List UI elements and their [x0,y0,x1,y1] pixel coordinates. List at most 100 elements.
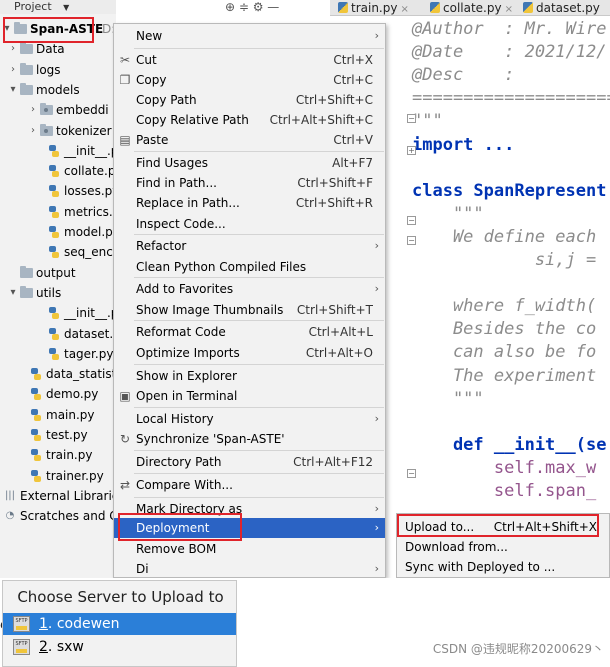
close-icon[interactable]: × [505,4,513,15]
terminal-icon: ▣ [119,389,131,403]
tree-item-data[interactable]: › Data [0,39,116,59]
menu-item-synchronize-span-aste[interactable]: ↻ Synchronize 'Span-ASTE' [114,429,385,449]
code-editor[interactable]: @Author : Mr. Wire @Date : 2021/12/@Desc … [407,16,610,578]
menu-item-copy[interactable]: ❐ Copy Ctrl+C [114,70,385,90]
tree-item-label: tager.py [64,346,114,361]
menu-item-copy-relative-path[interactable]: Copy Relative Path Ctrl+Alt+Shift+C [114,110,385,130]
menu-separator [134,320,384,321]
menu-item-mark-directory-as[interactable]: Mark Directory as › [114,499,385,519]
tree-item-dataset-p[interactable]: dataset.p [0,324,116,344]
tree-item--init-py[interactable]: __init__.py [0,141,116,161]
menu-item-refactor[interactable]: Refactor › [114,236,385,256]
tree-item-losses-py[interactable]: losses.py [0,181,116,201]
tree-item--init-py[interactable]: __init__.py [0,303,116,323]
chevron-down-icon[interactable]: ▾ [8,283,18,303]
chevron-right-icon[interactable]: › [28,100,38,120]
tree-item-data-statistic[interactable]: data_statistic [0,364,116,384]
tree-item-collate-py[interactable]: collate.py [0,161,116,181]
close-icon[interactable]: × [400,4,408,15]
chevron-right-icon[interactable]: › [8,39,18,59]
sftp-server-icon: SFTP [13,616,30,632]
tree-item-trainer-py[interactable]: trainer.py [0,466,116,486]
tree-item-model-py[interactable]: model.py [0,222,116,242]
menu-item-label: Cut [136,53,157,67]
menu-item-paste[interactable]: ▤ Paste Ctrl+V [114,130,385,150]
tree-item-span-aste[interactable]: ▾Span-ASTED:\ [0,19,116,39]
menu-item-add-to-favorites[interactable]: Add to Favorites › [114,279,385,299]
fold-marker-icon[interactable]: − [407,236,416,245]
menu-item-copy-path[interactable]: Copy Path Ctrl+Shift+C [114,90,385,110]
tree-item-demo-py[interactable]: demo.py [0,384,116,404]
tree-item-output[interactable]: output [0,263,116,283]
menu-item-local-history[interactable]: Local History › [114,409,385,429]
menu-item-new[interactable]: New › [114,26,385,46]
menu-separator [134,407,384,408]
menu-item-label: Copy Path [136,93,197,107]
tab-train-py[interactable]: train.py × [338,0,409,16]
tree-item-label: __init__.py [64,143,116,158]
tree-item-test-py[interactable]: test.py [0,425,116,445]
menu-item-label: Copy [136,73,167,87]
chevron-down-icon[interactable]: ▾ [8,80,18,100]
tree-item-label: embeddi [56,103,109,118]
menu-item-find-in-path[interactable]: Find in Path... Ctrl+Shift+F [114,173,385,193]
fold-marker-icon[interactable]: − [407,216,416,225]
menu-item-download-from[interactable]: Download from... [397,537,609,557]
menu-item-find-usages[interactable]: Find Usages Alt+F7 [114,153,385,173]
menu-item-replace-in-path[interactable]: Replace in Path... Ctrl+Shift+R [114,193,385,213]
menu-item-show-in-explorer[interactable]: Show in Explorer [114,366,385,386]
server-item-codewen[interactable]: SFTP 1. codewen [3,613,236,635]
menu-item-di[interactable]: Di › [114,559,385,577]
tree-item-main-py[interactable]: main.py [0,405,116,425]
menu-item-reformat-code[interactable]: Reformat Code Ctrl+Alt+L [114,322,385,342]
tree-item-scratches-and-c[interactable]: ◔ Scratches and C [0,506,116,526]
tree-item-embeddi[interactable]: › embeddi [0,100,116,120]
chevron-right-icon[interactable]: › [8,60,18,80]
menu-item-remove-bom[interactable]: Remove BOM [114,539,385,559]
chevron-down-icon[interactable]: ▾ [2,19,12,39]
tree-item-label: main.py [46,407,95,422]
server-item-sxw[interactable]: SFTP 2. sxw [3,636,236,658]
tree-item-external-librarie[interactable]: ||| External Librarie [0,486,116,506]
fold-marker-icon[interactable]: − [407,469,416,478]
menu-item-show-image-thumbnails[interactable]: Show Image Thumbnails Ctrl+Shift+T [114,300,385,320]
menu-separator [134,277,384,278]
tree-item-seq-enco[interactable]: seq_enco [0,242,116,262]
tree-item-metrics-p[interactable]: metrics.p [0,202,116,222]
menu-item-shortcut: Ctrl+Alt+O [305,346,373,360]
tree-item-models[interactable]: ▾ models [0,80,116,100]
menu-item-open-in-terminal[interactable]: ▣ Open in Terminal [114,386,385,406]
menu-item-cut[interactable]: ✂ Cut Ctrl+X [114,50,385,70]
fold-marker-icon[interactable]: + [407,146,416,155]
menu-item-inspect-code[interactable]: Inspect Code... [114,214,385,234]
chevron-right-icon[interactable]: › [28,121,38,141]
chevron-right-icon: › [374,502,379,515]
tab-dataset-py[interactable]: dataset.py [523,0,600,16]
python-file-icon [338,2,348,13]
menu-item-sync-with-deployed[interactable]: Sync with Deployed to ... [397,557,609,577]
project-toolbar-icons[interactable]: ⊕ ≑ ⚙ — [225,0,279,14]
tree-item-tokenizer[interactable]: › tokenizer [0,121,116,141]
python-file-icon [48,205,60,219]
chevron-down-icon[interactable]: ▼ [63,3,69,12]
menu-item-deployment[interactable]: Deployment › [114,518,385,538]
menu-item-upload-to[interactable]: Upload to... Ctrl+Alt+Shift+X [397,517,609,537]
tree-item-utils[interactable]: ▾ utils [0,283,116,303]
compare-icon: ⇄ [119,478,131,492]
fold-marker-icon[interactable]: − [407,114,416,123]
menu-item-shortcut: Ctrl+Alt+Shift+X [493,520,597,534]
project-header[interactable]: Project ▼ [0,0,116,14]
menu-item-clean-python-compiled-files[interactable]: Clean Python Compiled Files [114,257,385,277]
tree-item-label: model.py [64,225,116,239]
menu-item-directory-path[interactable]: Directory Path Ctrl+Alt+F12 [114,452,385,472]
menu-item-compare-with[interactable]: ⇄ Compare With... [114,475,385,495]
python-file-icon [30,469,42,483]
tree-item-tager-py[interactable]: tager.py [0,344,116,364]
menu-item-optimize-imports[interactable]: Optimize Imports Ctrl+Alt+O [114,343,385,363]
tree-item-label: Scratches and C [20,509,116,524]
tree-item-logs[interactable]: › logs [0,60,116,80]
tree-item-train-py[interactable]: train.py [0,445,116,465]
tab-collate-py[interactable]: collate.py × [430,0,513,16]
python-file-icon [30,428,42,442]
project-header-label: Project [14,0,52,13]
